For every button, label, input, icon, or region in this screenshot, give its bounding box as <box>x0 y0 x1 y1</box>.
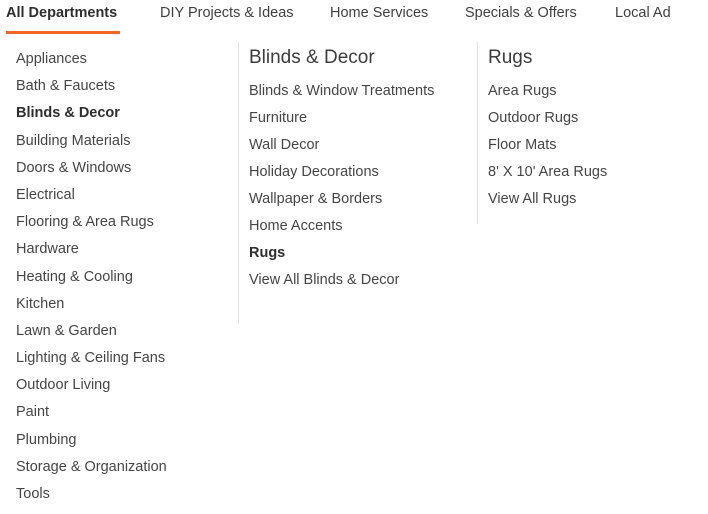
subcategory-item-holiday-decorations[interactable]: Holiday Decorations <box>249 159 477 186</box>
department-item-lighting-ceiling-fans[interactable]: Lighting & Ceiling Fans <box>16 345 232 372</box>
department-item-kitchen[interactable]: Kitchen <box>16 291 232 318</box>
subcategory-column: Blinds & Decor Blinds & Window Treatment… <box>239 36 477 294</box>
nav-tab-all-departments[interactable]: All Departments <box>6 4 117 22</box>
leaf-category-column: Rugs Area Rugs Outdoor Rugs Floor Mats 8' X… <box>478 36 708 213</box>
leaf-category-column-title: Rugs <box>488 47 533 68</box>
department-item-bath-faucets[interactable]: Bath & Faucets <box>16 73 232 100</box>
department-item-building-materials[interactable]: Building Materials <box>16 128 232 155</box>
active-tab-underline <box>6 31 120 34</box>
department-item-flooring-area-rugs[interactable]: Flooring & Area Rugs <box>16 209 232 236</box>
leaf-category-item-floor-mats[interactable]: Floor Mats <box>488 132 708 159</box>
department-item-plumbing[interactable]: Plumbing <box>16 427 232 454</box>
departments-list: Appliances Bath & Faucets Blinds & Decor Bu… <box>0 36 232 508</box>
subcategory-item-furniture[interactable]: Furniture <box>249 105 477 132</box>
subcategory-column-title: Blinds & Decor <box>249 47 375 68</box>
leaf-category-item-view-all-rugs[interactable]: View All Rugs <box>488 186 708 213</box>
top-navigation-bar: All Departments DIY Projects & Ideas Home … <box>0 0 708 36</box>
subcategory-item-wall-decor[interactable]: Wall Decor <box>249 132 477 159</box>
department-item-blinds-decor[interactable]: Blinds & Decor <box>16 100 232 127</box>
department-item-doors-windows[interactable]: Doors & Windows <box>16 155 232 182</box>
department-item-paint[interactable]: Paint <box>16 399 232 426</box>
nav-tab-home-services[interactable]: Home Services <box>330 4 428 22</box>
leaf-category-header-wrap: Rugs <box>488 36 708 76</box>
department-item-hardware[interactable]: Hardware <box>16 236 232 263</box>
nav-tab-local-ad[interactable]: Local Ad <box>615 4 671 22</box>
leaf-category-item-outdoor-rugs[interactable]: Outdoor Rugs <box>488 105 708 132</box>
department-item-tools[interactable]: Tools <box>16 481 232 508</box>
department-item-lawn-garden[interactable]: Lawn & Garden <box>16 318 232 345</box>
nav-tab-diy-projects-ideas[interactable]: DIY Projects & Ideas <box>160 4 294 22</box>
subcategory-header-wrap: Blinds & Decor <box>249 36 477 76</box>
leaf-category-item-8-x-10-area-rugs[interactable]: 8' X 10' Area Rugs <box>488 159 708 186</box>
leaf-category-item-area-rugs[interactable]: Area Rugs <box>488 78 708 105</box>
subcategory-item-blinds-window-treatments[interactable]: Blinds & Window Treatments <box>249 78 477 105</box>
leaf-category-list: Area Rugs Outdoor Rugs Floor Mats 8' X 10' … <box>488 76 708 213</box>
subcategory-item-home-accents[interactable]: Home Accents <box>249 213 477 240</box>
nav-tab-specials-offers[interactable]: Specials & Offers <box>465 4 577 22</box>
department-item-appliances[interactable]: Appliances <box>16 46 232 73</box>
department-item-heating-cooling[interactable]: Heating & Cooling <box>16 264 232 291</box>
subcategory-item-rugs[interactable]: Rugs <box>249 240 477 267</box>
departments-column: All Departments AppliancesBath & Faucets… <box>0 36 232 508</box>
departments-flyout-panel: All Departments AppliancesBath & Faucets… <box>0 36 708 514</box>
subcategory-list: Blinds & Window Treatments Furniture Wall … <box>249 76 477 294</box>
department-item-outdoor-living[interactable]: Outdoor Living <box>16 372 232 399</box>
subcategory-item-wallpaper-borders[interactable]: Wallpaper & Borders <box>249 186 477 213</box>
department-item-electrical[interactable]: Electrical <box>16 182 232 209</box>
subcategory-item-view-all-blinds-decor[interactable]: View All Blinds & Decor <box>249 267 477 294</box>
department-item-storage-organization[interactable]: Storage & Organization <box>16 454 232 481</box>
